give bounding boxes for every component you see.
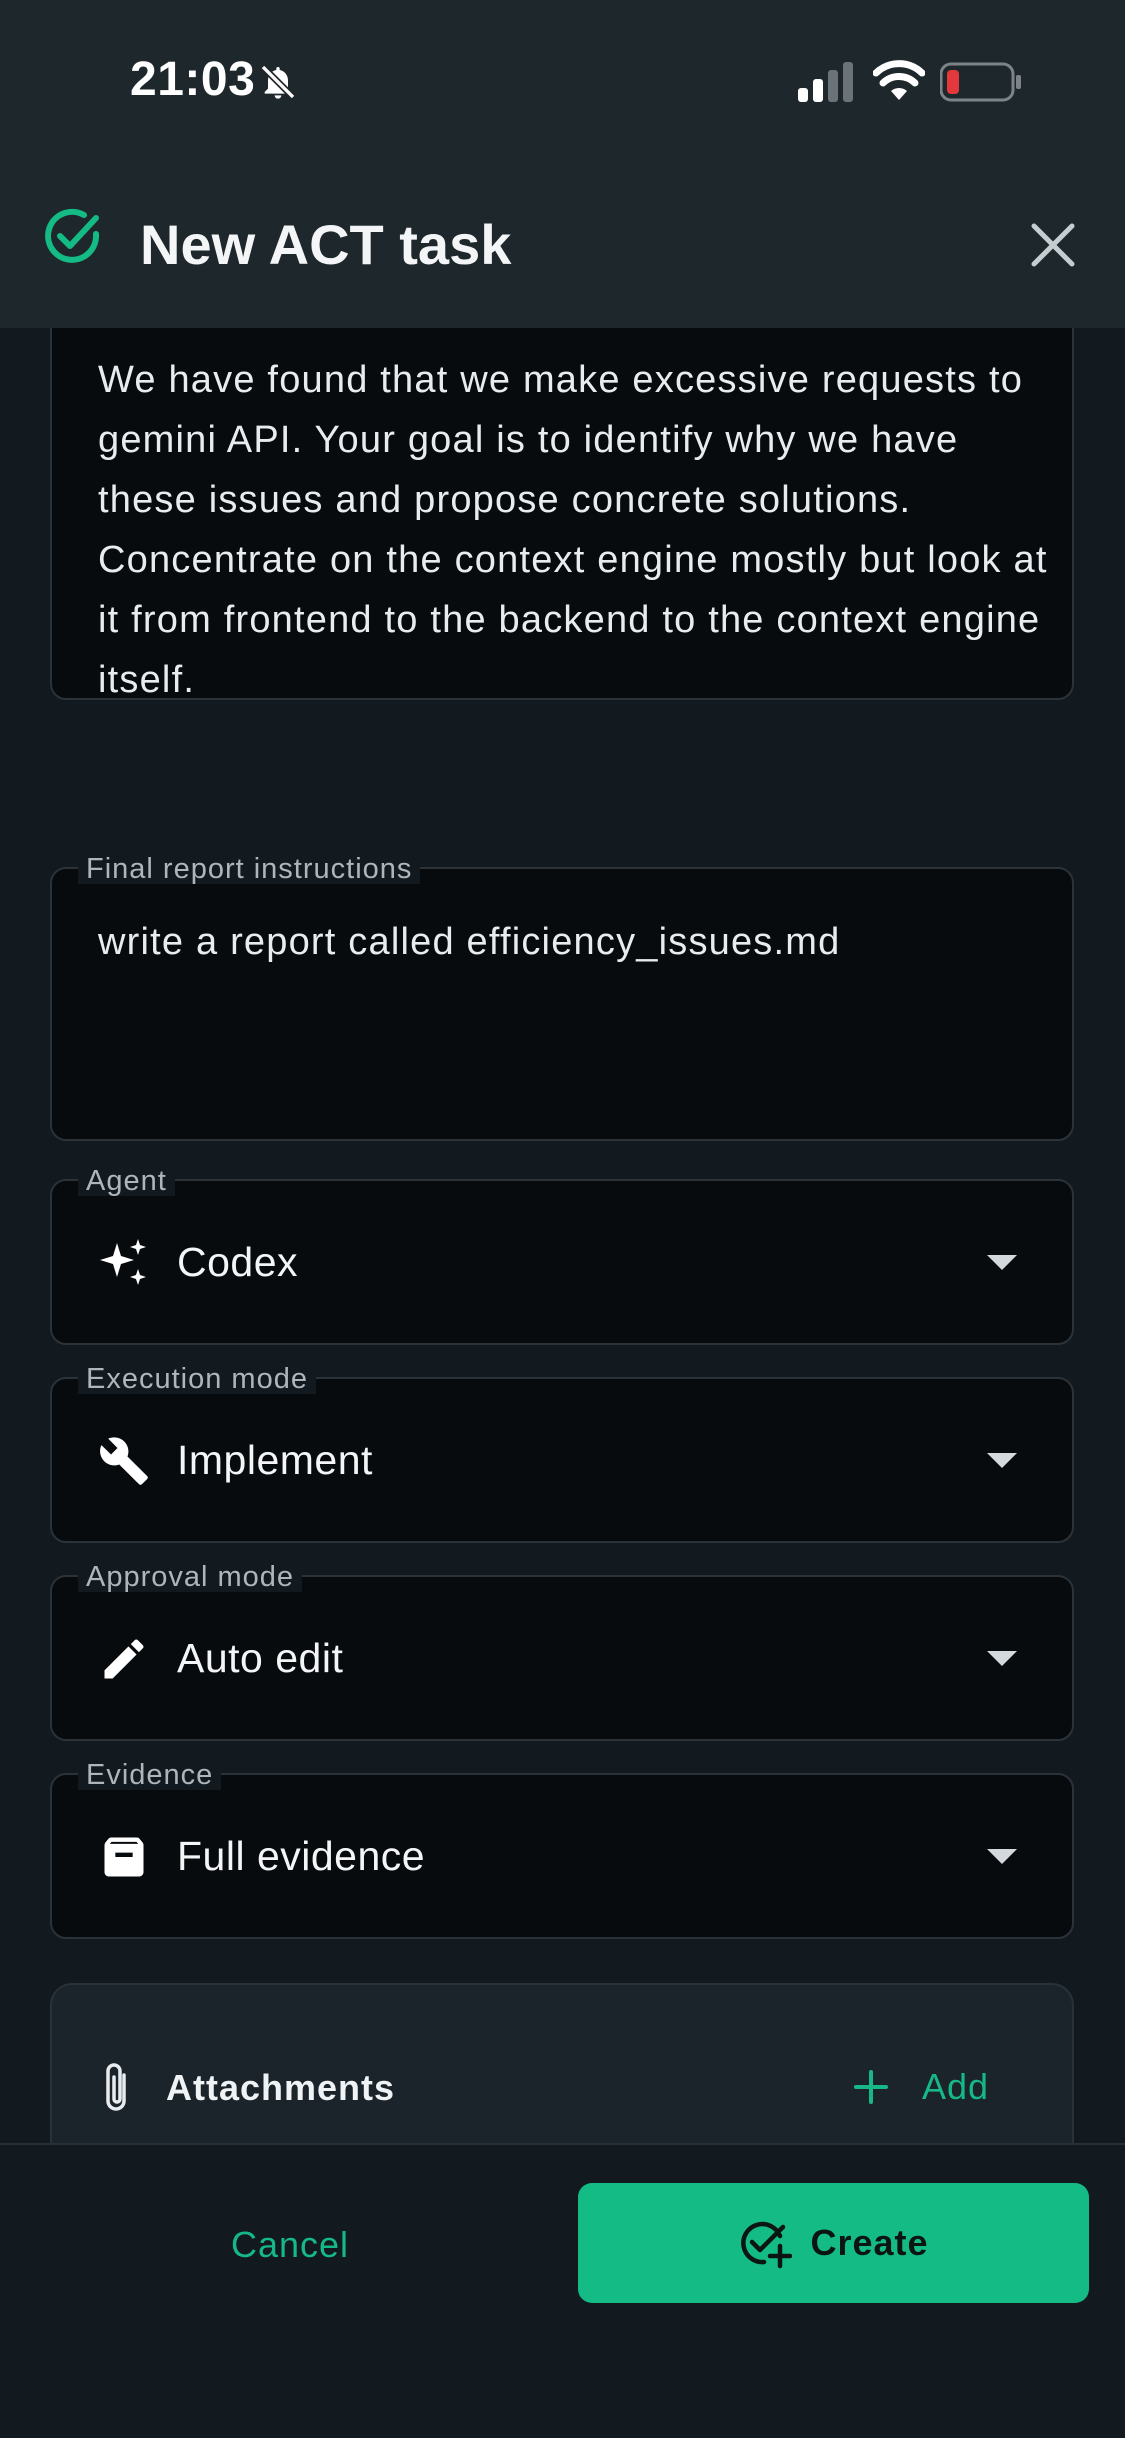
wrench-icon: [98, 1435, 150, 1492]
plus-icon: [854, 2070, 888, 2104]
status-bar: 21:03: [0, 0, 1125, 170]
attachments-label: Attachments: [166, 2067, 396, 2108]
agent-value: Codex: [177, 1239, 299, 1285]
chevron-down-icon: [987, 1453, 1017, 1468]
page-title: New ACT task: [140, 213, 512, 276]
description-field[interactable]: We have found that we make excessive req…: [50, 328, 1074, 701]
pencil-icon: [98, 1633, 150, 1690]
archive-icon: [98, 1831, 150, 1888]
create-button[interactable]: Create: [578, 2183, 1089, 2303]
agent-select[interactable]: Agent Codex: [50, 1166, 1074, 1345]
battery-low-icon: [939, 62, 1022, 107]
signal-icon: [798, 62, 856, 107]
create-label: Create: [810, 2222, 929, 2263]
approval-mode-select[interactable]: Approval mode Auto edit: [50, 1562, 1074, 1741]
approval-mode-label: Approval mode: [78, 1562, 303, 1592]
cancel-button[interactable]: Cancel: [160, 2185, 420, 2305]
close-icon[interactable]: [1030, 222, 1076, 273]
evidence-label: Evidence: [78, 1760, 222, 1790]
attachments-section: Attachments Add: [50, 1983, 1074, 2143]
action-bar: Cancel Create: [0, 2143, 1125, 2438]
execution-mode-label: Execution mode: [78, 1364, 316, 1394]
wifi-icon: [872, 60, 926, 105]
chevron-down-icon: [987, 1849, 1017, 1864]
evidence-select[interactable]: Evidence Full evidence: [50, 1760, 1074, 1939]
form-scroll-area[interactable]: We have found that we make excessive req…: [0, 328, 1125, 2143]
final-report-label: Final report instructions: [78, 854, 421, 884]
check-circle-icon: [40, 204, 104, 273]
chevron-down-icon: [987, 1651, 1017, 1666]
execution-mode-value: Implement: [177, 1437, 373, 1483]
add-attachment-button[interactable]: Add: [852, 2059, 989, 2115]
agent-label: Agent: [78, 1166, 175, 1196]
evidence-value: Full evidence: [177, 1833, 426, 1879]
paperclip-icon: [98, 2061, 134, 2122]
execution-mode-select[interactable]: Execution mode Implement: [50, 1364, 1074, 1543]
description-text[interactable]: We have found that we make excessive req…: [98, 350, 1048, 710]
check-circle-add-icon: [741, 2221, 793, 2269]
final-report-text[interactable]: write a report called efficiency_issues.…: [98, 921, 840, 964]
dialog-header: New ACT task: [0, 170, 1125, 328]
add-attachment-label: Add: [922, 2066, 990, 2107]
final-report-field[interactable]: Final report instructions write a report…: [50, 854, 1074, 1141]
approval-mode-value: Auto edit: [177, 1635, 344, 1681]
sparkles-icon: [98, 1237, 150, 1294]
status-time: 21:03: [130, 53, 256, 106]
chevron-down-icon: [987, 1255, 1017, 1270]
bell-off-icon: [258, 62, 298, 107]
